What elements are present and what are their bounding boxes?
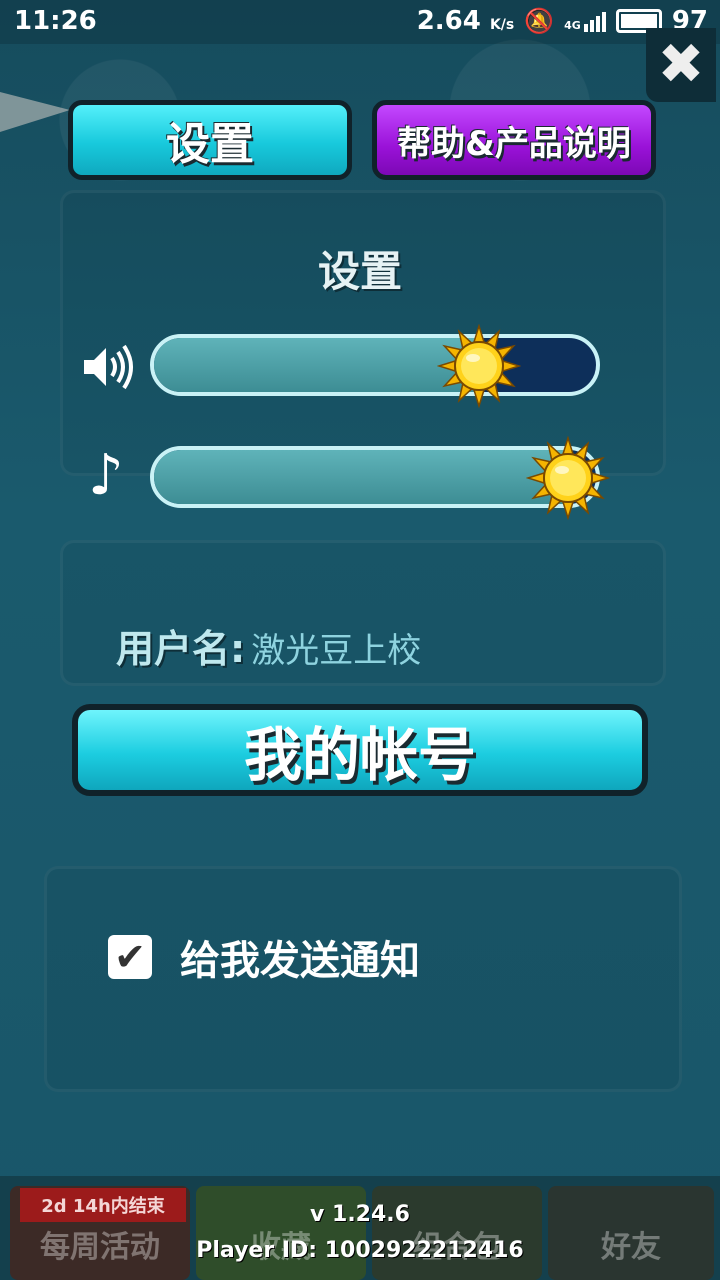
signal-icon: 4G bbox=[564, 10, 606, 32]
paper-plane-icon bbox=[0, 92, 70, 132]
mute-icon: 🔕 bbox=[524, 7, 555, 35]
close-button[interactable]: ✖ bbox=[646, 28, 716, 102]
tab-settings[interactable]: 设置 bbox=[68, 100, 352, 180]
music-slider-handle-sun-icon[interactable] bbox=[525, 435, 611, 521]
sound-slider[interactable] bbox=[150, 334, 600, 396]
section-title: 设置 bbox=[317, 247, 402, 296]
version-text: v 1.24.6 bbox=[310, 1202, 410, 1227]
speaker-icon bbox=[80, 340, 134, 398]
username-label: 用户名: bbox=[116, 627, 246, 671]
music-slider-fill bbox=[154, 450, 572, 504]
tab-packs[interactable]: 组合包 bbox=[372, 1186, 542, 1280]
sound-slider-handle-sun-icon[interactable] bbox=[436, 323, 522, 409]
sound-slider-fill bbox=[154, 338, 484, 392]
background-panel bbox=[60, 190, 666, 476]
tab-friends[interactable]: 好友 bbox=[548, 1186, 714, 1280]
notification-checkbox[interactable]: ✔ bbox=[108, 935, 152, 979]
network-speed: 2.64 K/s bbox=[416, 6, 515, 36]
status-bar: 11:26 2.64 K/s 🔕 4G 97 bbox=[0, 0, 720, 44]
username-value: 激光豆上校 bbox=[251, 631, 422, 671]
player-id-text: Player ID: 1002922212416 bbox=[196, 1238, 524, 1263]
tab-help[interactable]: 帮助&产品说明 bbox=[372, 100, 656, 180]
music-note-icon: ♪ bbox=[88, 443, 124, 508]
checkmark-icon: ✔ bbox=[114, 935, 146, 979]
username-row: 用户名: 激光豆上校 bbox=[116, 618, 421, 673]
tab-collection[interactable]: 收藏 bbox=[196, 1186, 366, 1280]
my-account-button[interactable]: 我的帐号 bbox=[72, 704, 648, 796]
notification-option[interactable]: ✔ 给我发送通知 bbox=[108, 928, 420, 986]
notification-label: 给我发送通知 bbox=[180, 938, 420, 984]
status-time: 11:26 bbox=[14, 6, 97, 36]
close-icon: ✖ bbox=[657, 32, 705, 97]
